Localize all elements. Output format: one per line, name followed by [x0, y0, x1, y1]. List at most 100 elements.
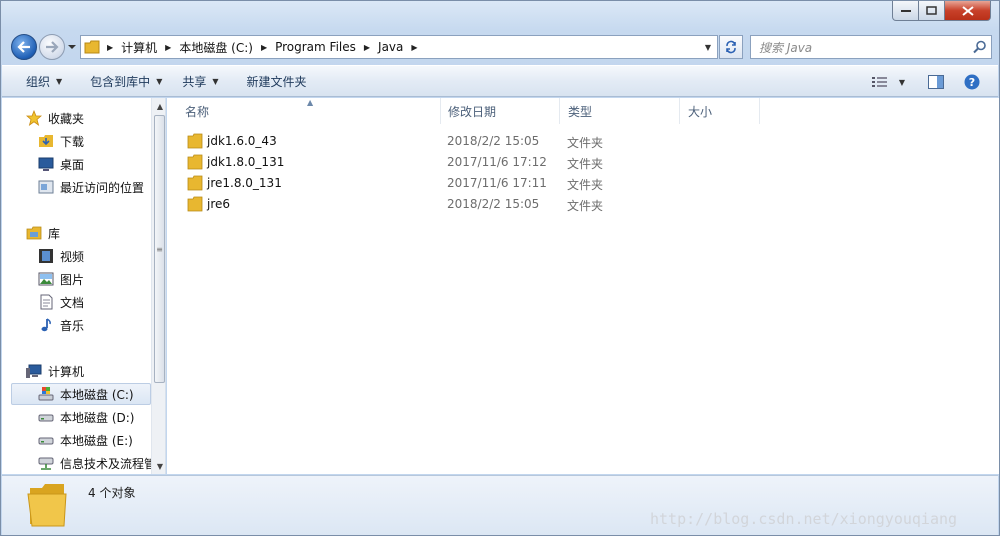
nav-drive-d[interactable]: 本地磁盘 (D:) — [38, 406, 134, 428]
breadcrumb-computer[interactable]: 计算机 — [117, 36, 161, 58]
nav-desktop[interactable]: 桌面 — [38, 153, 84, 175]
file-name: jre6 — [207, 197, 231, 211]
network-drive-icon — [38, 455, 54, 471]
nav-computer-label: 计算机 — [48, 364, 85, 379]
close-button[interactable] — [945, 1, 991, 21]
search-placeholder: 搜索 Java — [759, 40, 813, 55]
nav-network-drive-label: 信息技术及流程管 — [60, 456, 157, 471]
documents-icon — [38, 294, 54, 310]
address-history-dropdown[interactable]: ▼ — [699, 36, 717, 58]
library-icon — [26, 225, 42, 241]
forward-arrow-icon — [46, 41, 59, 53]
nav-scrollbar[interactable]: ▲ ≡ ▼ — [151, 98, 165, 474]
change-view-button[interactable] — [866, 69, 894, 95]
nav-drive-d-label: 本地磁盘 (D:) — [60, 410, 135, 425]
nav-documents-label: 文档 — [60, 295, 85, 310]
breadcrumb-java[interactable]: Java — [374, 36, 407, 58]
table-row[interactable]: jre6 2018/2/2 15:05 文件夹 — [179, 194, 779, 215]
item-count: 4 个对象 — [88, 486, 136, 500]
folder-icon — [81, 36, 103, 58]
restore-icon — [926, 6, 937, 15]
nav-network-drive[interactable]: 信息技术及流程管 — [38, 452, 156, 474]
file-type: 文件夹 — [567, 178, 604, 192]
back-button[interactable] — [11, 34, 37, 60]
nav-recent-label: 最近访问的位置 — [60, 180, 145, 195]
window-caption-buttons — [892, 1, 991, 21]
new-folder-button[interactable]: 新建文件夹 — [237, 68, 317, 94]
address-row: ▶ 计算机 ▶ 本地磁盘 (C:) ▶ Program Files ▶ Java… — [1, 31, 1000, 63]
breadcrumb-separator[interactable]: ▶ — [360, 43, 374, 52]
breadcrumb-program-files[interactable]: Program Files — [271, 36, 360, 58]
scroll-down-arrow[interactable]: ▼ — [152, 458, 165, 474]
address-bar[interactable]: ▶ 计算机 ▶ 本地磁盘 (C:) ▶ Program Files ▶ Java… — [80, 35, 718, 59]
nav-favorites-label: 收藏夹 — [48, 111, 85, 126]
breadcrumb-separator[interactable]: ▶ — [161, 43, 175, 52]
music-note-icon — [38, 317, 54, 333]
nav-pictures[interactable]: 图片 — [38, 268, 84, 290]
preview-pane-button[interactable] — [922, 69, 950, 95]
nav-downloads-label: 下载 — [60, 134, 85, 149]
details-pane: 4 个对象 http://blog.csdn.net/xiongyouqiang — [2, 475, 998, 535]
share-button[interactable]: 共享 ▼ — [172, 68, 228, 94]
minimize-button[interactable] — [892, 1, 919, 21]
maximize-button[interactable] — [919, 1, 945, 21]
help-button[interactable]: ? — [958, 69, 986, 95]
pictures-icon — [38, 271, 54, 287]
svg-text:?: ? — [969, 76, 975, 89]
table-row[interactable]: jdk1.8.0_131 2017/11/6 17:12 文件夹 — [179, 152, 779, 173]
file-name: jdk1.8.0_131 — [207, 155, 285, 169]
toolbar-right: ▼ ? — [866, 69, 986, 95]
navigation-pane: 收藏夹 下载 桌面 最近访问的位置 库 视频 图片 文档 音乐 计算机 本地磁盘… — [2, 98, 166, 474]
column-size-label: 大小 — [688, 104, 713, 119]
breadcrumb-drive-c[interactable]: 本地磁盘 (C:) — [175, 36, 257, 58]
file-modified: 2017/11/6 17:12 — [447, 155, 547, 169]
breadcrumb-separator[interactable]: ▶ — [257, 43, 271, 52]
share-label: 共享 — [182, 74, 207, 89]
column-modified-label: 修改日期 — [448, 104, 497, 119]
refresh-button[interactable] — [719, 35, 743, 59]
nav-downloads[interactable]: 下载 — [38, 130, 84, 152]
column-header-type[interactable]: 类型 — [560, 98, 680, 124]
view-options-dropdown[interactable]: ▼ — [894, 69, 910, 95]
include-in-library-button[interactable]: 包含到库中 ▼ — [80, 68, 172, 94]
close-icon — [961, 5, 974, 16]
table-row[interactable]: jdk1.6.0_43 2018/2/2 15:05 文件夹 — [179, 131, 779, 152]
column-name-label: 名称 — [185, 104, 210, 119]
organize-label: 组织 — [26, 74, 51, 89]
search-icon[interactable] — [973, 40, 987, 54]
computer-icon — [26, 363, 42, 379]
scroll-up-arrow[interactable]: ▲ — [152, 98, 165, 114]
nav-videos-label: 视频 — [60, 249, 85, 264]
column-header-name[interactable]: 名称 — [177, 98, 441, 124]
nav-music-label: 音乐 — [60, 318, 85, 333]
table-row[interactable]: jre1.8.0_131 2017/11/6 17:11 文件夹 — [179, 173, 779, 194]
breadcrumb-separator[interactable]: ▶ — [407, 43, 421, 52]
nav-recent-places[interactable]: 最近访问的位置 — [38, 176, 144, 198]
explorer-window: ▶ 计算机 ▶ 本地磁盘 (C:) ▶ Program Files ▶ Java… — [0, 0, 1000, 536]
organize-button[interactable]: 组织 ▼ — [16, 68, 72, 94]
view-list-icon — [872, 77, 887, 87]
video-icon — [38, 248, 54, 264]
nav-drive-e[interactable]: 本地磁盘 (E:) — [38, 429, 133, 451]
folder-icon — [187, 196, 203, 212]
nav-favorites[interactable]: 收藏夹 — [26, 107, 84, 129]
file-modified: 2017/11/6 17:11 — [447, 176, 547, 190]
column-header-size[interactable]: 大小 — [680, 98, 760, 124]
nav-documents[interactable]: 文档 — [38, 291, 84, 313]
nav-drive-c[interactable]: 本地磁盘 (C:) — [11, 383, 151, 405]
column-header-modified[interactable]: 修改日期 — [440, 98, 560, 124]
nav-libraries-label: 库 — [48, 226, 61, 241]
hard-drive-icon — [38, 432, 54, 448]
forward-button[interactable] — [39, 34, 65, 60]
new-folder-label: 新建文件夹 — [246, 74, 307, 89]
nav-libraries[interactable]: 库 — [26, 222, 60, 244]
scroll-thumb[interactable]: ≡ — [154, 115, 165, 383]
nav-videos[interactable]: 视频 — [38, 245, 84, 267]
recent-pages-dropdown[interactable] — [67, 42, 77, 52]
file-type: 文件夹 — [567, 199, 604, 213]
breadcrumb-separator[interactable]: ▶ — [103, 43, 117, 52]
desktop-icon — [38, 156, 54, 172]
nav-computer[interactable]: 计算机 — [26, 360, 84, 382]
search-input[interactable]: 搜索 Java — [750, 35, 992, 59]
nav-music[interactable]: 音乐 — [38, 314, 84, 336]
